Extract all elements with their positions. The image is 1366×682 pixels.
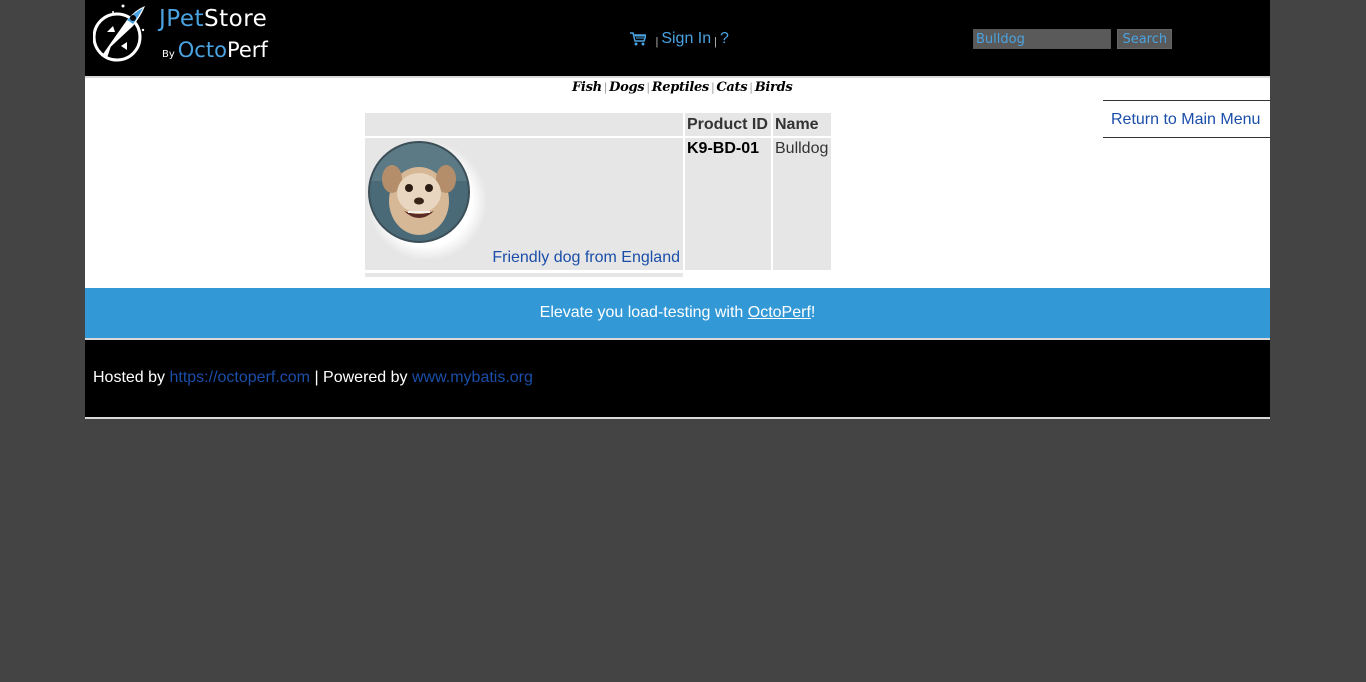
header: JPetStore ByOctoPerf |Sign In|? Search — [85, 0, 1270, 78]
rocket-icon — [93, 4, 145, 62]
quicklink-birds[interactable]: Birds — [755, 80, 793, 95]
octoperf-link[interactable]: https://octoperf.com — [169, 369, 310, 386]
powered-label: | Powered by — [310, 369, 412, 386]
content: Fish | Dogs | Reptiles | Cats | Birds Return to … — [85, 78, 1270, 288]
logo-octo: Octo — [177, 38, 227, 62]
banner-text: Elevate you load-testing with — [539, 304, 748, 321]
bulldog-photo — [368, 141, 486, 259]
product-id-header: Product ID — [687, 116, 768, 133]
search-form: Search — [973, 29, 1173, 49]
table-row-product-id-cell: K9-BD-01 — [685, 138, 771, 270]
banner-octoperf-link[interactable]: OctoPerf — [748, 304, 811, 321]
quicklink-reptiles[interactable]: Reptiles — [652, 80, 710, 95]
table-row-image-cell: Friendly dog from England — [365, 138, 683, 270]
return-to-main-menu-link[interactable]: Return to Main Menu — [1111, 111, 1260, 129]
quick-links: Fish | Dogs | Reptiles | Cats | Birds — [572, 80, 793, 95]
footer-text: Hosted by https://octoperf.com | Powered… — [93, 369, 533, 387]
back-link-box: Return to Main Menu — [1103, 100, 1270, 138]
jpetstore-logo[interactable]: JPetStore By OctoPerf — [93, 2, 271, 62]
table-header-name: Name — [773, 113, 831, 136]
quicklink-separator: | — [749, 81, 753, 94]
table-header-product-id: Product ID — [685, 113, 771, 136]
logo-by: By — [162, 49, 175, 60]
header-menu: | Sign In |? — [630, 30, 729, 48]
product-description-link[interactable]: Friendly dog from England — [492, 249, 680, 267]
logo-jpet: JPet — [159, 6, 205, 32]
product-id-link[interactable]: K9-BD-01 — [687, 140, 759, 158]
quicklink-separator: | — [603, 81, 608, 94]
product-name: Bulldog — [775, 140, 829, 157]
table-row-name-cell: Bulldog — [773, 138, 831, 270]
footer: Hosted by https://octoperf.com | Powered… — [85, 338, 1270, 419]
logo-perf: Perf — [226, 38, 268, 62]
page: JPetStore ByOctoPerf |Sign In|? Search F… — [85, 0, 1270, 419]
logo-byline: By OctoPerf — [162, 38, 268, 62]
logo-store: Store — [204, 6, 268, 32]
search-input[interactable] — [973, 29, 1111, 49]
quicklink-dogs[interactable]: Dogs — [609, 80, 644, 95]
menu-separator: | — [655, 36, 659, 48]
promo-banner: Elevate you load-testing with OctoPerf! — [85, 288, 1270, 338]
cart-link[interactable] — [630, 30, 652, 47]
logo-title: JPetStore — [159, 6, 267, 32]
hosted-label: Hosted by — [93, 369, 170, 386]
mybatis-link[interactable]: www.mybatis.org — [412, 369, 533, 386]
sign-in-link[interactable]: Sign In — [661, 30, 711, 47]
cart-icon — [630, 32, 646, 46]
quicklink-separator: | — [646, 81, 650, 94]
banner-suffix: ! — [810, 304, 816, 321]
menu-separator: | — [714, 36, 717, 48]
search-button[interactable]: Search — [1117, 29, 1173, 49]
quicklink-separator: | — [710, 81, 715, 94]
table-header-image — [365, 113, 683, 136]
quicklink-cats[interactable]: Cats — [716, 80, 747, 95]
quicklink-fish[interactable]: Fish — [572, 80, 602, 95]
help-link[interactable]: ? — [720, 30, 729, 47]
name-header: Name — [775, 116, 819, 133]
table-empty-row — [365, 273, 683, 277]
